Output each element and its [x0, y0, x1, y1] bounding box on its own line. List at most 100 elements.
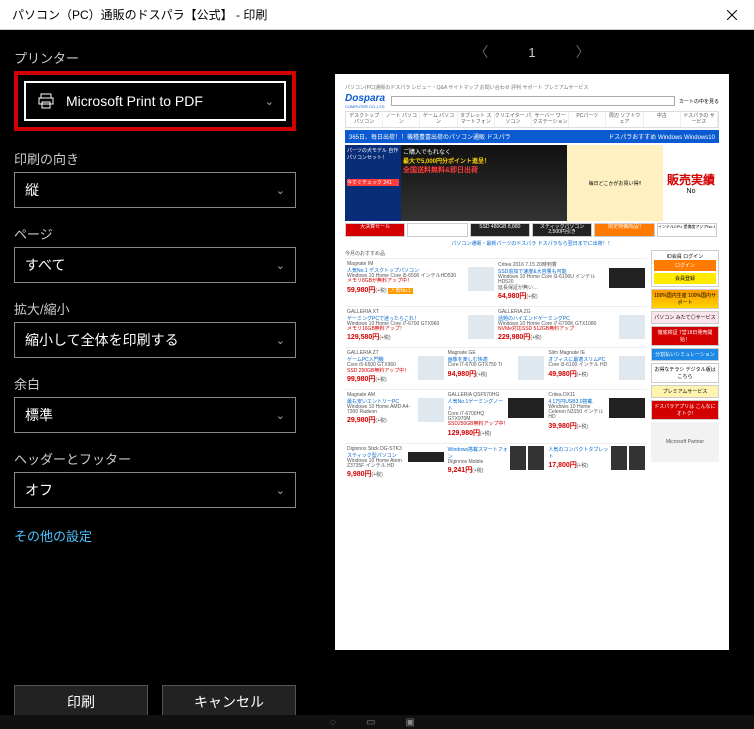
banner-left: 365日、毎日出荷！！機種豊富出荷のパソコン通販 ドスパラ [349, 132, 511, 141]
cat: 周辺 ソフトウェア [606, 112, 643, 127]
rail-domestic: 100%国内生産 100%国内サポート [651, 289, 719, 309]
chevron-down-icon: ⌄ [276, 334, 285, 347]
preview-logo-sub: COMPUTER CO.,LTD [345, 104, 385, 109]
cat: ゲーム パソコン [420, 112, 457, 127]
more-settings-link[interactable]: その他の設定 [14, 526, 296, 545]
orientation-dropdown[interactable]: 縦 ⌄ [14, 172, 296, 208]
banner-right: ドスパラおすすめ Windows Windows10 [608, 132, 715, 141]
orientation-value: 縦 [25, 180, 276, 200]
cat: PCパーツ [569, 112, 606, 127]
printer-value: Microsoft Print to PDF [66, 93, 265, 109]
cat: デスクトップ パソコン [346, 112, 383, 127]
cancel-button[interactable]: キャンセル [162, 685, 296, 719]
product-card: Windows搭載スマートフォン Diginnos Mobile 9,241円(… [446, 443, 547, 484]
preview-search [391, 96, 675, 106]
hero-mid3: 全国送料無料&即日出荷 [403, 165, 565, 175]
taskbar-icon: ▣ [405, 717, 414, 728]
strip-intel: インテルCPU 提携度アジアNo.1 [657, 223, 717, 237]
cat: タブレット スマートフォン [458, 112, 495, 127]
product-image [418, 398, 444, 422]
product-image [468, 267, 494, 291]
hero-mid2: 最大で5,000円分ポイント進呈！ [403, 156, 565, 165]
hero-big-no: No [687, 188, 696, 195]
product-card: Magnate AM 最も安いエントリーPC Windows 10 Home A… [345, 389, 446, 442]
product-image [629, 446, 645, 470]
product-card: 人気のコンパクトタブレット 17,800円(+税) [546, 443, 647, 484]
hero-left-bottom: 今すぐチェック 241 [347, 179, 399, 186]
strip-stick: スティックパソコン 2,500円引き [532, 223, 592, 237]
rail-ms-partner: Microsoft Partner [651, 422, 719, 462]
hero-sale: 販売実績 [667, 171, 715, 188]
section-title: 今月のおすすめ品 [345, 250, 647, 257]
preview-linkline: パソコン通販・最新パーツのドスパラ ドスパラなら翌日までに出荷！！ [345, 240, 719, 247]
taskbar-hint: ◌ ▭ ▣ [0, 715, 754, 729]
chevron-down-icon: ⌄ [276, 409, 285, 422]
product-image [528, 446, 544, 470]
cat: 中古 [644, 112, 681, 127]
pages-label: ページ [14, 224, 296, 243]
product-image [508, 398, 544, 418]
preview-blue-banner: 365日、毎日出荷！！機種豊富出荷のパソコン通販 ドスパラ ドスパラおすすめ W… [345, 130, 719, 143]
preview-pane: 〈 1 〉 パソコン(PC)通販のドスパラ レビュー・Q&A サイトマップ お問… [310, 30, 754, 729]
product-image [418, 356, 444, 380]
printer-dropdown[interactable]: Microsoft Print to PDF ⌄ [24, 81, 286, 121]
margins-value: 標準 [25, 405, 276, 425]
product-image [468, 315, 494, 339]
product-card: GALLERIA XT ゲーミングPCで迷ったらこれ！ Windows 10 H… [345, 306, 496, 347]
strip-last: 限定特価商品!! [594, 223, 654, 237]
preview-cart-link: カートの中を見る [679, 98, 719, 105]
product-image [518, 356, 544, 380]
login-box: ID会員 ログイン ログイン 会員登録 [651, 250, 719, 287]
rail-ship: 徹底検証 7営18日発売開始！ [651, 326, 719, 346]
scale-dropdown[interactable]: 縮小して全体を印刷する ⌄ [14, 322, 296, 358]
product-card: Magnate IM 人気No.1 デスクトップパソコン Windows 10 … [345, 258, 496, 305]
print-button[interactable]: 印刷 [14, 685, 148, 719]
strip-sale: 大決算セール [345, 223, 405, 237]
close-icon [727, 10, 737, 20]
print-settings-sidebar: プリンター Microsoft Print to PDF ⌄ 印刷の向き 縦 ⌄… [0, 30, 310, 729]
login-btn: ログイン [654, 260, 716, 271]
preview-products: 今月のおすすめ品 Magnate IM 人気No.1 デスクトップパソコン Wi… [345, 250, 647, 483]
orientation-label: 印刷の向き [14, 149, 296, 168]
chevron-down-icon: ⌄ [276, 184, 285, 197]
preview-strip: 大決算セール SSD 480GB 8,880 スティックパソコン 2,500円引… [345, 223, 719, 237]
headerfooter-label: ヘッダーとフッター [14, 449, 296, 468]
hero-right-label: 毎日どこかがお買い得!! [589, 180, 642, 187]
pages-dropdown[interactable]: すべて ⌄ [14, 247, 296, 283]
preview-side-rail: ID会員 ログイン ログイン 会員登録 100%国内生産 100%国内サポート … [651, 250, 719, 483]
rail-flyer: お得なチラシ デジタル版はこちら [651, 363, 719, 383]
scale-value: 縮小して全体を印刷する [25, 330, 276, 350]
pages-value: すべて [25, 255, 276, 275]
margins-label: 余白 [14, 374, 296, 393]
window-title: パソコン（PC）通販のドスパラ【公式】 - 印刷 [12, 6, 267, 23]
close-button[interactable] [709, 0, 754, 30]
preview-top-links: パソコン(PC)通販のドスパラ レビュー・Q&A サイトマップ お問い合わせ 評… [345, 84, 589, 91]
margins-dropdown[interactable]: 標準 ⌄ [14, 397, 296, 433]
next-page-button[interactable]: 〉 [566, 36, 600, 68]
preview-logo: Dospara [345, 93, 385, 104]
headerfooter-value: オフ [25, 480, 276, 500]
product-image [609, 268, 645, 288]
page-preview: パソコン(PC)通販のドスパラ レビュー・Q&A サイトマップ お問い合わせ 評… [335, 74, 729, 650]
product-image [408, 452, 444, 462]
product-card: Diginnos Stick DG-STK3 スティック型パソコン Window… [345, 443, 446, 484]
product-card: GALLERIA ZT ゲームPC入門機 Core i5-6500 GTX960… [345, 347, 446, 388]
product-card: GALLERIA ZG 話題のハイエンドゲーミングPC Windows 10 H… [496, 306, 647, 347]
hero-left-top: パーツの犬モデル 自作パソコンセット！ [347, 147, 399, 161]
page-number: 1 [528, 45, 535, 60]
prev-page-button[interactable]: 〈 [464, 36, 498, 68]
pager: 〈 1 〉 [310, 30, 754, 74]
chevron-down-icon: ⌄ [276, 484, 285, 497]
printer-label: プリンター [14, 48, 296, 67]
preview-category-row: デスクトップ パソコン ノート パソコン ゲーム パソコン タブレット スマート… [345, 111, 719, 128]
scale-label: 拡大/縮小 [14, 299, 296, 318]
product-image [619, 315, 645, 339]
title-bar: パソコン（PC）通販のドスパラ【公式】 - 印刷 [0, 0, 754, 30]
headerfooter-dropdown[interactable]: オフ ⌄ [14, 472, 296, 508]
chevron-down-icon: ⌄ [265, 95, 274, 108]
taskbar-icon: ▭ [366, 717, 375, 728]
strip-ssd: SSD 480GB 8,880 [470, 223, 530, 237]
product-card: Slim Magnate IE オフィスに最適スリムPC Core i3-610… [546, 347, 647, 388]
printer-icon [36, 93, 56, 109]
rail-app: ドスパラアプリは こんなにオトク! [651, 400, 719, 420]
